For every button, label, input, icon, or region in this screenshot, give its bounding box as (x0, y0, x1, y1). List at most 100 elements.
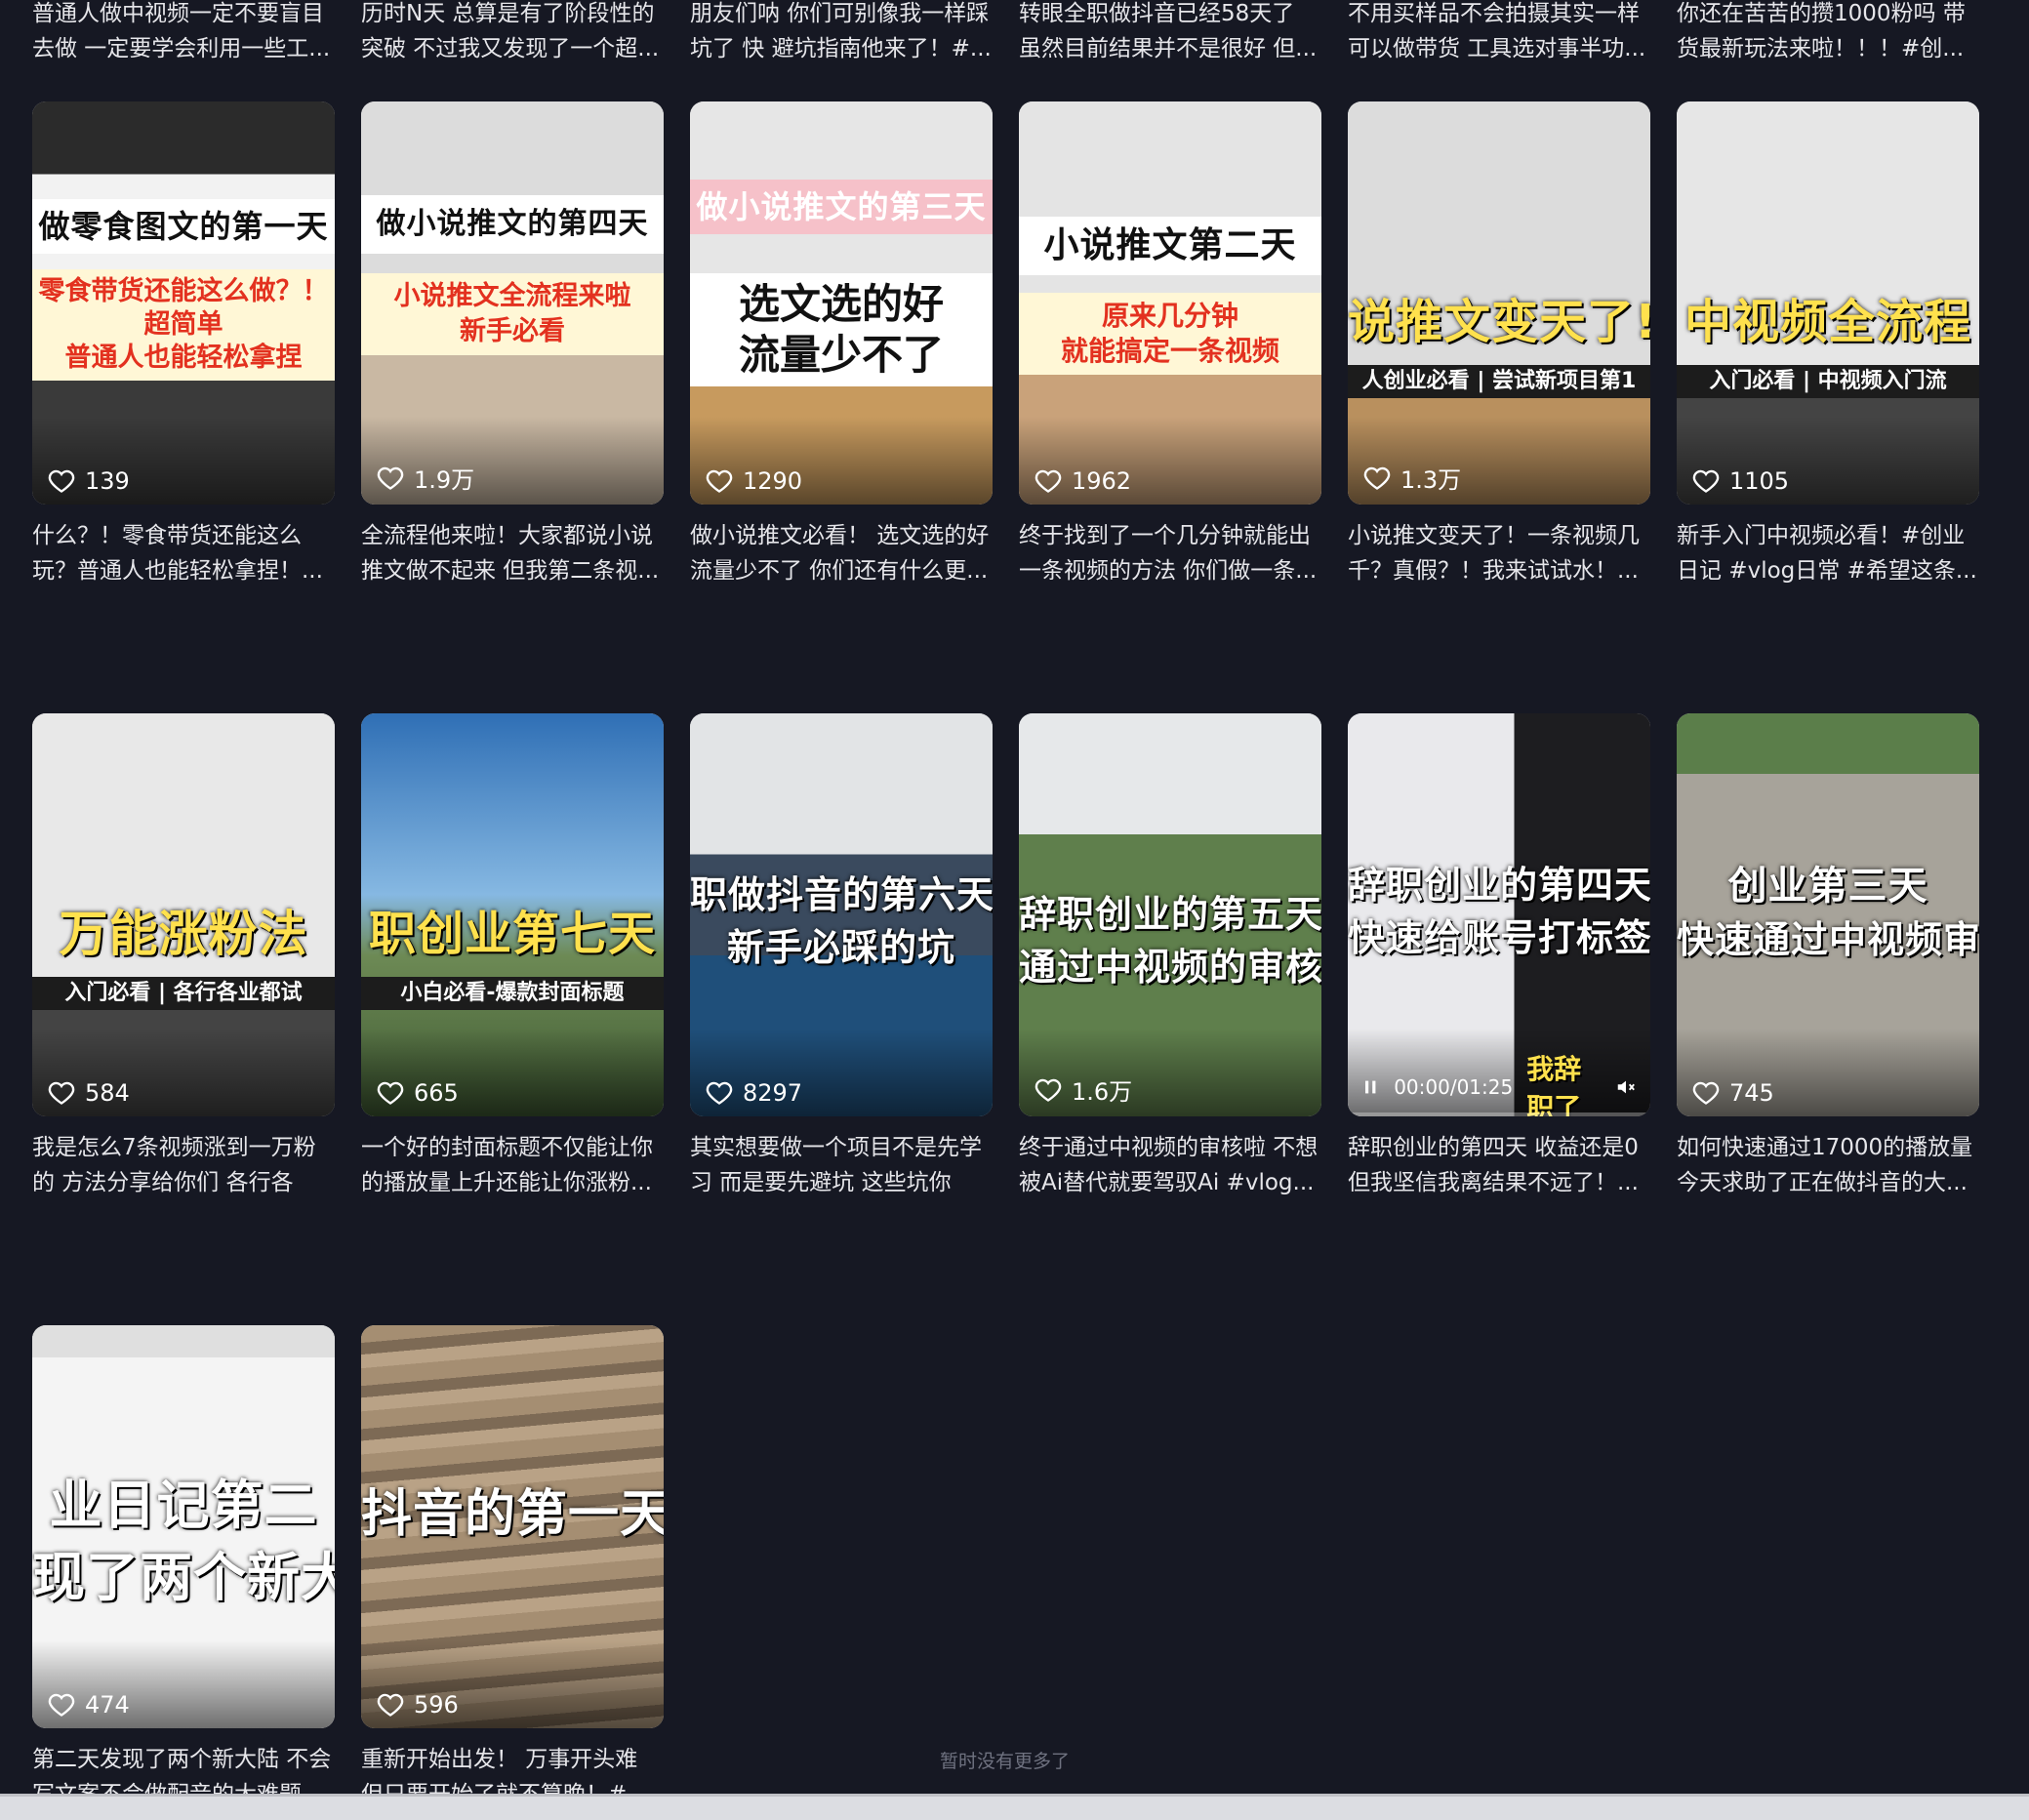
cover-banner: 小说推文全流程来啦 新手必看 (361, 273, 664, 355)
video-thumbnail[interactable]: 做小说推文的第三天 选文选的好 流量少不了 1290 (690, 101, 993, 505)
cover-title: 小说推文第二天 (1019, 217, 1321, 275)
cover-title: 做小说推文的第三天 (690, 180, 993, 234)
taskbar (0, 1794, 2029, 1820)
video-caption[interactable]: 朋友们呐 你们可别像我一样踩坑了 快 避坑指南他来了！#... (690, 0, 993, 66)
video-thumbnail[interactable]: 中视频全流程 入门必看 | 中视频入门流 1105 (1677, 101, 1979, 505)
like-count-value: 665 (414, 1079, 459, 1107)
like-count: 1.6万 (1035, 1072, 1132, 1107)
video-thumbnail[interactable]: 抖音的第一天 596 (361, 1325, 664, 1728)
video-card[interactable]: 创业第三天 快速通过中视频审 745 如何快速通过17000的播放量 今天求助了… (1677, 713, 1979, 1200)
cover-title: 万能涨粉法 (59, 906, 308, 962)
like-count: 745 (1692, 1079, 1774, 1107)
cover-banner: 选文选的好 流量少不了 (690, 273, 993, 386)
cover-title: 新手必踩的坑 (726, 926, 955, 969)
video-card-playing[interactable]: 辞职创业的第四天 快速给账号打标签 00:00/01:25 我辞职了 辞职创业的… (1348, 713, 1650, 1200)
video-card[interactable]: 抖音的第一天 596 重新开始出发！ 万事开头难 但只要开始了就不算晚！#... (361, 1325, 664, 1812)
video-caption[interactable]: 转眼全职做抖音已经58天了 虽然目前结果并不是很好 但... (1019, 0, 1321, 66)
video-caption[interactable]: 小说推文变天了！一条视频几千？真假？！我来试试水！... (1348, 518, 1650, 588)
cover-banner: 原来几分钟 就能搞定一条视频 (1019, 293, 1321, 375)
heart-icon (706, 1081, 733, 1105)
heart-icon (48, 469, 75, 493)
video-thumbnail[interactable]: 做零食图文的第一天 零食带货还能这么做？！ 超简单 普通人也能轻松拿捏 139 (32, 101, 335, 505)
cover-title: 辞职创业的第五天 (1019, 893, 1321, 936)
like-count-value: 1290 (743, 467, 803, 495)
cover-banner: 零食带货还能这么做？！ 超简单 普通人也能轻松拿捏 (32, 269, 335, 381)
cover-title: 中视频全流程 (1684, 295, 1971, 349)
video-card[interactable]: 万能涨粉法 入门必看 | 各行各业都试 584 我是怎么7条视频涨到一万粉的 方… (32, 713, 335, 1200)
heart-icon (48, 1081, 75, 1105)
video-card[interactable]: 职创业第七天 小白必看-爆款封面标题 665 一个好的封面标题不仅能让你的播放量… (361, 713, 664, 1200)
like-count: 1290 (706, 467, 802, 495)
video-caption[interactable]: 新手入门中视频必看！#创业日记 #vlog日常 #希望这条... (1677, 518, 1979, 588)
video-caption[interactable]: 我是怎么7条视频涨到一万粉的 方法分享给你们 各行各业... (32, 1130, 335, 1200)
like-count: 1.3万 (1363, 461, 1461, 495)
heart-icon (1035, 1078, 1062, 1102)
video-thumbnail[interactable]: 小说推文第二天 原来几分钟 就能搞定一条视频 1962 (1019, 101, 1321, 505)
video-caption[interactable]: 其实想要做一个项目不是先学习 而是要先避坑 这些坑你们... (690, 1130, 993, 1200)
video-card[interactable]: 说推文变天了! 人创业必看 | 尝试新项目第1 1.3万 小说推文变天了！一条视… (1348, 101, 1650, 588)
like-count-value: 596 (414, 1691, 459, 1719)
video-caption[interactable]: 不用买样品不会拍摄其实一样可以做带货 工具选对事半功... (1348, 0, 1650, 66)
video-thumbnail[interactable]: 说推文变天了! 人创业必看 | 尝试新项目第1 1.3万 (1348, 101, 1650, 505)
video-caption[interactable]: 一个好的封面标题不仅能让你的播放量上升还能让你涨粉... (361, 1130, 664, 1200)
like-count-value: 1962 (1072, 467, 1132, 495)
no-more-content-text: 暂时没有更多了 (939, 1751, 1070, 1772)
like-count-value: 1105 (1729, 467, 1790, 495)
cover-title: 职创业第七天 (368, 907, 656, 961)
cover-title: 做零食图文的第一天 (32, 199, 335, 254)
cover-subtitle: 入门必看 | 中视频入门流 (1677, 365, 1979, 398)
video-thumbnail[interactable]: 业日记第二 现了两个新大 474 (32, 1325, 335, 1728)
like-count: 1.9万 (377, 461, 474, 495)
video-card[interactable]: 做小说推文的第四天 小说推文全流程来啦 新手必看 1.9万 全流程他来啦！大家都… (361, 101, 664, 588)
cover-title: 辞职创业的第四天 (1348, 864, 1650, 907)
video-card[interactable]: 职做抖音的第六天 新手必踩的坑 8297 其实想要做一个项目不是先学习 而是要先… (690, 713, 993, 1200)
video-caption[interactable]: 如何快速通过17000的播放量 今天求助了正在做抖音的大... (1677, 1130, 1979, 1200)
player-controls: 00:00/01:25 我辞职了 (1348, 1053, 1650, 1116)
video-thumbnail[interactable]: 职创业第七天 小白必看-爆款封面标题 665 (361, 713, 664, 1116)
like-count-value: 139 (85, 467, 130, 495)
video-caption[interactable]: 什么？！零食带货还能这么玩？普通人也能轻松拿捏！... (32, 518, 335, 588)
video-caption[interactable]: 全流程他来啦！大家都说小说推文做不起来 但我第二条视... (361, 518, 664, 588)
video-card[interactable]: 业日记第二 现了两个新大 474 第二天发现了两个新大陆 不会写文案不会做配音的… (32, 1325, 335, 1812)
mute-icon[interactable] (1615, 1072, 1637, 1103)
video-card[interactable]: 做零食图文的第一天 零食带货还能这么做？！ 超简单 普通人也能轻松拿捏 139 … (32, 101, 335, 588)
top-row-partial: 普通人做中视频一定不要盲目去做 一定要学会利用一些工... 历时N天 总算是有了… (32, 0, 1979, 66)
like-count-value: 1.3万 (1400, 466, 1462, 494)
video-caption[interactable]: 普通人做中视频一定不要盲目去做 一定要学会利用一些工... (32, 0, 335, 66)
like-count: 1962 (1035, 467, 1131, 495)
cover-title: 抖音的第一天 (361, 1485, 664, 1544)
video-card[interactable]: 辞职创业的第五天 通过中视频的审核 1.6万 终于通过中视频的审核啦 不想被Ai… (1019, 713, 1321, 1200)
video-grid: 做零食图文的第一天 零食带货还能这么做？！ 超简单 普通人也能轻松拿捏 139 … (32, 101, 1979, 1812)
video-thumbnail[interactable]: 辞职创业的第五天 通过中视频的审核 1.6万 (1019, 713, 1321, 1116)
video-caption[interactable]: 终于找到了一个几分钟就能出一条视频的方法 你们做一条... (1019, 518, 1321, 588)
pause-icon[interactable] (1361, 1073, 1380, 1101)
video-caption[interactable]: 终于通过中视频的审核啦 不想被Ai替代就要驾驭Ai #vlog... (1019, 1130, 1321, 1200)
heart-icon (1035, 469, 1062, 493)
video-caption[interactable]: 历时N天 总算是有了阶段性的突破 不过我又发现了一个超... (361, 0, 664, 66)
video-thumbnail[interactable]: 职做抖音的第六天 新手必踩的坑 8297 (690, 713, 993, 1116)
heart-icon (1692, 469, 1720, 493)
like-count-value: 1.6万 (1072, 1078, 1133, 1106)
cover-title: 创业第三天 (1727, 864, 1928, 909)
video-caption[interactable]: 做小说推文必看！ 选文选的好流量少不了 你们还有什么更... (690, 518, 993, 588)
cover-subtitle: 入门必看 | 各行各业都试 (32, 977, 335, 1010)
cover-title: 现了两个新大 (32, 1547, 335, 1608)
video-caption[interactable]: 你还在苦苦的攒1000粉吗 带货最新玩法来啦！！！#创... (1677, 0, 1979, 66)
video-thumbnail[interactable]: 万能涨粉法 入门必看 | 各行各业都试 584 (32, 713, 335, 1116)
video-card[interactable]: 中视频全流程 入门必看 | 中视频入门流 1105 新手入门中视频必看！#创业日… (1677, 101, 1979, 588)
playback-progress[interactable] (1348, 1112, 1650, 1116)
video-thumbnail[interactable]: 做小说推文的第四天 小说推文全流程来啦 新手必看 1.9万 (361, 101, 664, 505)
playback-time: 00:00/01:25 (1394, 1075, 1514, 1099)
video-caption[interactable]: 辞职创业的第四天 收益还是0 但我坚信我离结果不远了！... (1348, 1130, 1650, 1200)
cover-title: 业日记第二 (49, 1475, 318, 1536)
like-count: 8297 (706, 1079, 802, 1107)
scrollbar[interactable] (2009, 0, 2029, 1794)
video-card[interactable]: 做小说推文的第三天 选文选的好 流量少不了 1290 做小说推文必看！ 选文选的… (690, 101, 993, 588)
video-card[interactable]: 小说推文第二天 原来几分钟 就能搞定一条视频 1962 终于找到了一个几分钟就能… (1019, 101, 1321, 588)
heart-icon (377, 1081, 404, 1105)
video-thumbnail[interactable]: 创业第三天 快速通过中视频审 745 (1677, 713, 1979, 1116)
video-player[interactable]: 辞职创业的第四天 快速给账号打标签 00:00/01:25 我辞职了 (1348, 713, 1650, 1116)
cover-title: 通过中视频的审核 (1019, 946, 1321, 989)
cover-title: 快速通过中视频审 (1677, 918, 1979, 961)
heart-icon (377, 1693, 404, 1717)
